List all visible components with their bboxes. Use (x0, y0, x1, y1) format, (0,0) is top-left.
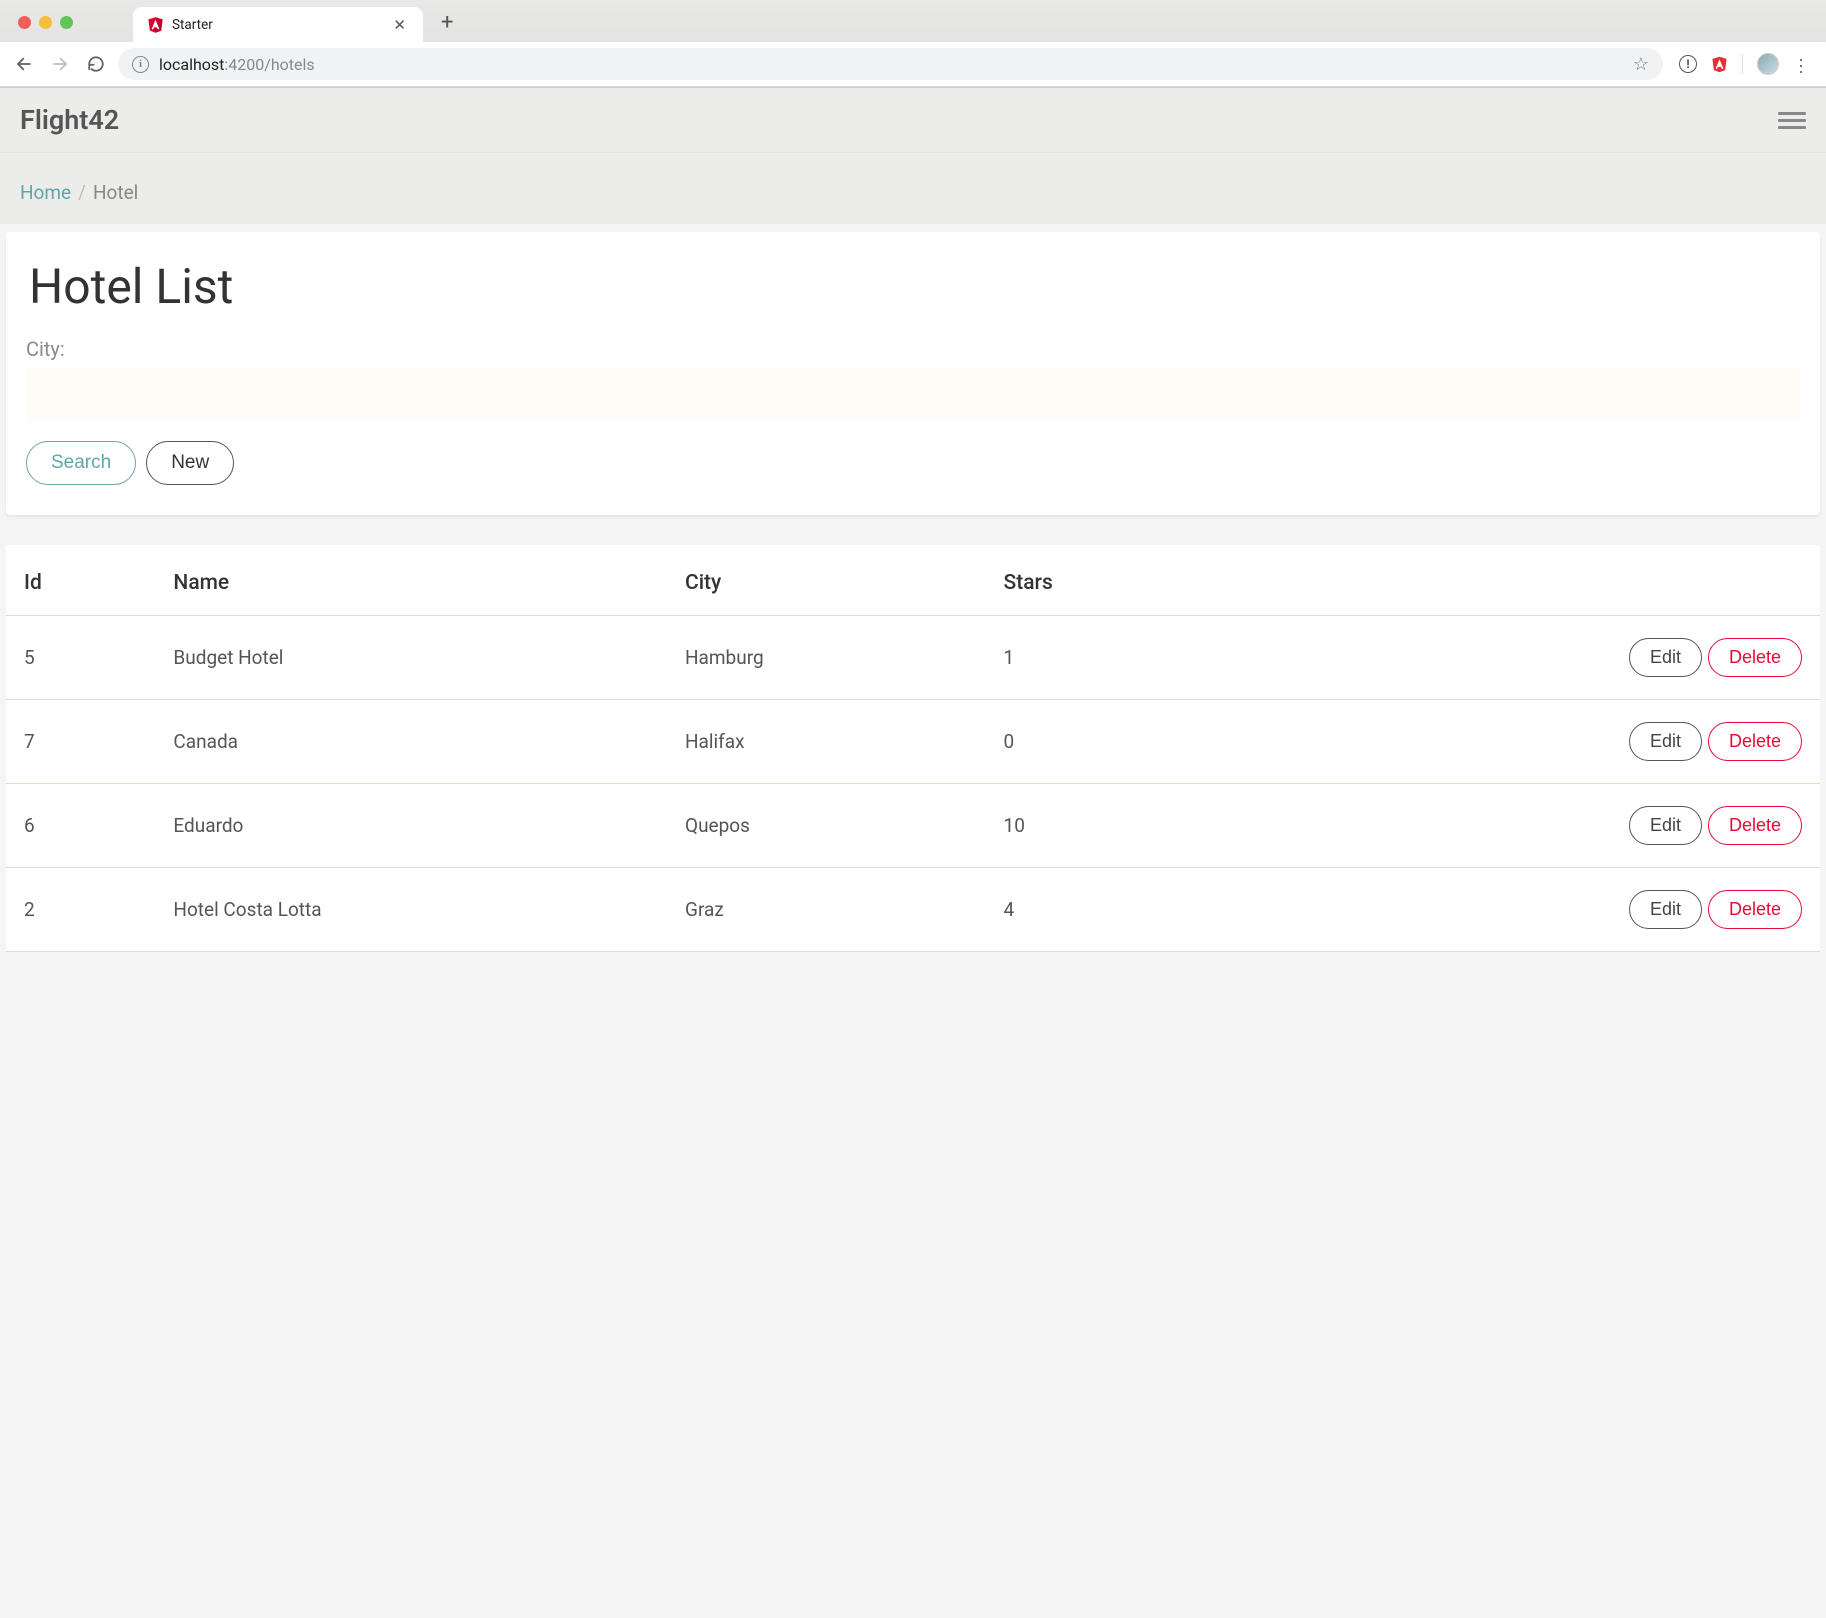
city-label: City: (26, 337, 1800, 361)
cell-actions: EditDelete (1222, 616, 1820, 700)
cell-name: Hotel Costa Lotta (155, 868, 667, 952)
page-title: Hotel List (29, 258, 1800, 315)
cell-city: Hamburg (667, 616, 986, 700)
cell-city: Halifax (667, 700, 986, 784)
col-header-city: City (667, 545, 986, 616)
delete-button[interactable]: Delete (1708, 806, 1802, 845)
cell-id: 6 (6, 784, 155, 868)
app-navbar: Flight42 (0, 88, 1826, 153)
toolbar-divider (1742, 54, 1743, 74)
city-input[interactable] (26, 367, 1800, 419)
angular-devtools-icon[interactable] (1711, 56, 1728, 73)
edit-button[interactable]: Edit (1629, 722, 1702, 761)
browser-tab[interactable]: Starter ✕ (133, 7, 423, 42)
button-row: Search New (26, 441, 1800, 485)
bookmark-star-icon[interactable]: ☆ (1633, 54, 1649, 75)
cell-name: Eduardo (155, 784, 667, 868)
url-field[interactable]: i localhost:4200/hotels ☆ (118, 48, 1663, 80)
cell-id: 5 (6, 616, 155, 700)
search-button[interactable]: Search (26, 441, 136, 485)
tab-title: Starter (172, 17, 390, 33)
edit-button[interactable]: Edit (1629, 806, 1702, 845)
cell-actions: EditDelete (1222, 784, 1820, 868)
cell-name: Canada (155, 700, 667, 784)
col-header-id: Id (6, 545, 155, 616)
forward-button[interactable] (46, 50, 74, 78)
delete-button[interactable]: Delete (1708, 890, 1802, 929)
new-button[interactable]: New (146, 441, 234, 485)
hamburger-menu-button[interactable] (1778, 112, 1806, 129)
breadcrumb-current: Hotel (93, 181, 138, 204)
breadcrumb-home-link[interactable]: Home (20, 181, 71, 204)
col-header-stars: Stars (986, 545, 1223, 616)
edit-button[interactable]: Edit (1629, 890, 1702, 929)
url-text: localhost:4200/hotels (159, 55, 315, 74)
angular-icon (147, 16, 164, 34)
browser-chrome: Starter ✕ + i localhost:4200/hotels ☆ ! (0, 0, 1826, 88)
table-row: 5Budget HotelHamburg1EditDelete (6, 616, 1820, 700)
brand-title[interactable]: Flight42 (20, 104, 119, 136)
cell-actions: EditDelete (1222, 868, 1820, 952)
window-minimize-button[interactable] (39, 16, 52, 29)
browser-menu-button[interactable]: ⋯ (1790, 57, 1811, 72)
address-bar: i localhost:4200/hotels ☆ ! ⋯ (0, 42, 1826, 87)
table-row: 6EduardoQuepos10EditDelete (6, 784, 1820, 868)
delete-button[interactable]: Delete (1708, 638, 1802, 677)
cell-id: 2 (6, 868, 155, 952)
window-close-button[interactable] (18, 16, 31, 29)
tab-bar: Starter ✕ + (0, 0, 1826, 42)
profile-avatar[interactable] (1757, 53, 1779, 75)
col-header-name: Name (155, 545, 667, 616)
tab-close-button[interactable]: ✕ (390, 16, 409, 34)
cell-city: Graz (667, 868, 986, 952)
search-panel: Hotel List City: Search New (6, 232, 1820, 515)
extension-info-icon[interactable]: ! (1679, 55, 1697, 73)
reload-button[interactable] (82, 50, 110, 78)
breadcrumb: Home / Hotel (0, 153, 1826, 224)
cell-city: Quepos (667, 784, 986, 868)
col-header-actions (1222, 545, 1820, 616)
cell-stars: 1 (986, 616, 1223, 700)
site-info-icon[interactable]: i (132, 56, 149, 73)
window-maximize-button[interactable] (60, 16, 73, 29)
toolbar-right-icons: ! ⋯ (1679, 53, 1808, 75)
cell-stars: 4 (986, 868, 1223, 952)
table-row: 2Hotel Costa LottaGraz4EditDelete (6, 868, 1820, 952)
edit-button[interactable]: Edit (1629, 638, 1702, 677)
new-tab-button[interactable]: + (441, 10, 453, 35)
window-controls (18, 16, 73, 29)
table-header-row: Id Name City Stars (6, 545, 1820, 616)
cell-id: 7 (6, 700, 155, 784)
table-row: 7CanadaHalifax0EditDelete (6, 700, 1820, 784)
breadcrumb-separator: / (78, 181, 86, 204)
cell-name: Budget Hotel (155, 616, 667, 700)
cell-actions: EditDelete (1222, 700, 1820, 784)
cell-stars: 0 (986, 700, 1223, 784)
delete-button[interactable]: Delete (1708, 722, 1802, 761)
back-button[interactable] (10, 50, 38, 78)
hotel-table-panel: Id Name City Stars 5Budget HotelHamburg1… (6, 545, 1820, 952)
cell-stars: 10 (986, 784, 1223, 868)
hotel-table: Id Name City Stars 5Budget HotelHamburg1… (6, 545, 1820, 952)
